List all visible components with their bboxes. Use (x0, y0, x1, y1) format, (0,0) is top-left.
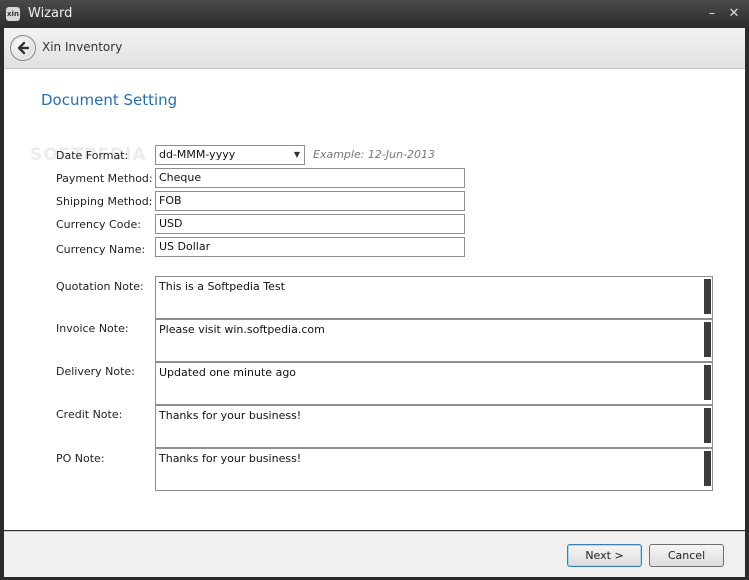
currency-code-label: Currency Code: (56, 218, 141, 231)
credit-note-label: Credit Note: (56, 408, 123, 421)
delivery-note-textarea[interactable]: Updated one minute ago (155, 362, 713, 405)
date-format-value: dd-MMM-yyyy (159, 148, 236, 161)
next-button[interactable]: Next > (567, 544, 642, 567)
quotation-note-text: This is a Softpedia Test (159, 280, 285, 293)
wizard-window: xin Wizard – ✕ Xin Inventory Document Se… (0, 0, 749, 580)
quotation-note-textarea[interactable]: This is a Softpedia Test (155, 276, 713, 319)
date-format-label: Date Format: (56, 149, 129, 162)
chevron-down-icon: ▼ (293, 150, 300, 159)
shipping-method-input[interactable]: FOB (155, 191, 465, 211)
currency-name-input[interactable]: US Dollar (155, 237, 465, 257)
credit-note-textarea[interactable]: Thanks for your business! (155, 405, 713, 448)
window-title: Wizard (28, 6, 73, 21)
po-note-textarea[interactable]: Thanks for your business! (155, 448, 713, 491)
po-note-text: Thanks for your business! (159, 452, 302, 465)
delivery-note-text: Updated one minute ago (159, 366, 297, 379)
navigation-bar: Xin Inventory (4, 28, 745, 69)
scrollbar[interactable] (704, 322, 711, 357)
currency-name-label: Currency Name: (56, 243, 146, 256)
po-note-label: PO Note: (56, 452, 105, 465)
invoice-note-label: Invoice Note: (56, 322, 129, 335)
credit-note-text: Thanks for your business! (159, 409, 302, 422)
scrollbar[interactable] (704, 451, 711, 486)
close-button[interactable]: ✕ (725, 5, 743, 23)
content-panel: Document Setting SOFTPEDIA Date Format: … (4, 69, 745, 530)
delivery-note-label: Delivery Note: (56, 365, 135, 378)
back-arrow-icon (17, 41, 30, 55)
date-format-example: Example: 12-Jun-2013 (313, 148, 436, 161)
scrollbar[interactable] (704, 279, 711, 314)
back-button[interactable] (10, 35, 36, 61)
page-title: Document Setting (41, 91, 178, 109)
footer-bar: Next > Cancel (4, 531, 745, 577)
date-format-select[interactable]: dd-MMM-yyyy ▼ (155, 145, 305, 165)
payment-method-input[interactable]: Cheque (155, 168, 465, 188)
payment-method-label: Payment Method: (56, 172, 153, 185)
scrollbar[interactable] (704, 408, 711, 443)
invoice-note-text: Please visit win.softpedia.com (159, 323, 325, 336)
nav-title: Xin Inventory (42, 40, 123, 54)
scrollbar[interactable] (704, 365, 711, 400)
shipping-method-label: Shipping Method: (56, 195, 153, 208)
quotation-note-label: Quotation Note: (56, 280, 144, 293)
invoice-note-textarea[interactable]: Please visit win.softpedia.com (155, 319, 713, 362)
app-logo-icon: xin (6, 7, 20, 21)
title-bar[interactable]: xin Wizard – ✕ (0, 0, 749, 28)
cancel-button[interactable]: Cancel (649, 544, 724, 567)
minimize-button[interactable]: – (703, 5, 721, 23)
currency-code-input[interactable]: USD (155, 214, 465, 234)
